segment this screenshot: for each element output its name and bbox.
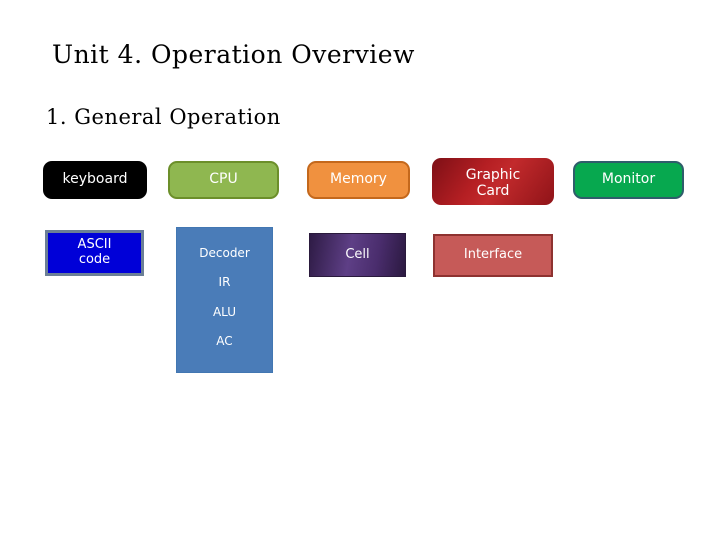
cpu-internal-ac: AC <box>216 334 233 349</box>
cpu-internal-alu: ALU <box>212 304 237 319</box>
cpu-internal-decoder: Decoder <box>199 246 250 260</box>
diagram-node-cpu: CPU <box>168 161 279 199</box>
cpu-internal-ir: IR <box>218 275 231 290</box>
diagram-node-monitor: Monitor <box>573 161 684 199</box>
section-title: 1. General Operation <box>46 105 281 129</box>
diagram-node-keyboard: keyboard <box>43 161 147 199</box>
diagram-node-ascii-code: ASCII code <box>45 230 144 276</box>
diagram-node-cpu-internals: Decoder IR ALU AC <box>176 227 273 373</box>
diagram-node-memory: Memory <box>307 161 410 199</box>
page-title: Unit 4. Operation Overview <box>52 40 415 69</box>
diagram-node-interface: Interface <box>433 234 553 277</box>
diagram-node-graphic-card: Graphic Card <box>432 158 554 205</box>
diagram-node-cell: Cell <box>309 233 406 277</box>
